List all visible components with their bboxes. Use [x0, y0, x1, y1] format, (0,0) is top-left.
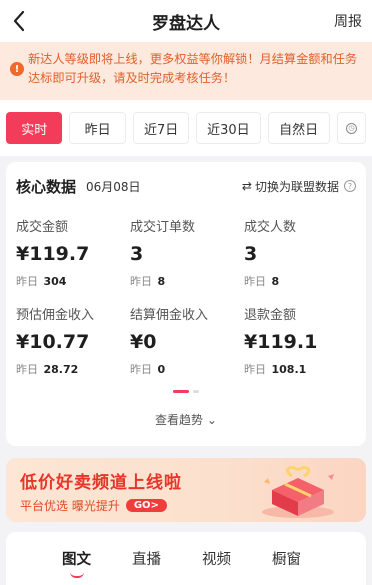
swap-icon: ⇄: [241, 179, 252, 193]
page-dot-active: [173, 390, 189, 393]
metric-settled-commission[interactable]: 结算佣金收入 ¥0 昨日 0: [130, 298, 244, 386]
tab-showcase[interactable]: 橱窗: [272, 548, 301, 569]
tab-image-text[interactable]: 图文: [62, 548, 91, 578]
tab-last-30-days[interactable]: 近30日: [196, 112, 261, 144]
core-data-card: 核心数据 06月08日 ⇄ 切换为联盟数据 ? 成交金额 ¥119.7 昨日 3…: [6, 162, 366, 446]
switch-label: 切换为联盟数据: [254, 179, 339, 194]
tab-last-7-days[interactable]: 近7日: [132, 112, 190, 144]
tab-live[interactable]: 直播: [132, 548, 161, 569]
metric-orders[interactable]: 成交订单数 3 昨日 8: [130, 210, 244, 298]
metric-value: 3: [244, 243, 258, 265]
clock-icon: ◷: [345, 122, 357, 134]
go-button[interactable]: GO>: [125, 499, 167, 512]
metric-value: ¥10.77: [16, 331, 90, 353]
core-data-header: 核心数据 06月08日 ⇄ 切换为联盟数据 ?: [16, 162, 356, 210]
metric-estimated-commission[interactable]: 预估佣金收入 ¥10.77 昨日 28.72: [16, 298, 130, 386]
top-bar: 罗盘达人 周报: [0, 0, 372, 42]
metric-value: ¥119.7: [16, 243, 90, 265]
metric-value: ¥119.1: [244, 331, 318, 353]
tab-yesterday[interactable]: 昨日: [69, 112, 126, 144]
metric-label: 预估佣金收入: [16, 308, 95, 323]
date-range-tabs: 实时 昨日 近7日 近30日 自然日 ◷: [0, 100, 372, 156]
custom-date-button[interactable]: ◷: [336, 112, 367, 144]
metric-value: ¥0: [130, 331, 157, 353]
page-title: 罗盘达人: [152, 13, 220, 34]
tab-natural-day[interactable]: 自然日: [267, 112, 330, 144]
metric-buyers[interactable]: 成交人数 3 昨日 8: [244, 210, 354, 298]
metric-label: 退款金额: [244, 308, 297, 323]
weekly-report-link[interactable]: 周报: [334, 11, 362, 31]
metric-gmv[interactable]: 成交金额 ¥119.7 昨日 304: [16, 210, 130, 298]
metric-yesterday: 昨日 8: [130, 275, 166, 288]
trend-label: 查看趋势: [155, 413, 204, 427]
chevron-left-icon: [13, 10, 25, 32]
metric-refund-amount[interactable]: 退款金额 ¥119.1 昨日 108.1: [244, 298, 354, 386]
banner-subtitle: 平台优选 曝光提升: [20, 499, 120, 513]
switch-alliance-data-button[interactable]: ⇄ 切换为联盟数据 ?: [242, 178, 356, 195]
metric-yesterday: 昨日 28.72: [16, 363, 79, 376]
notice-text: 新达人等级即将上线，更多权益等你解锁！月结算金额和任务达标即可升级，请及时完成考…: [28, 52, 358, 85]
help-icon[interactable]: ?: [344, 180, 356, 192]
tab-video[interactable]: 视频: [202, 548, 231, 569]
metric-label: 成交订单数: [130, 220, 196, 235]
card-title: 核心数据: [16, 177, 77, 196]
metric-label: 结算佣金收入: [130, 308, 209, 323]
back-button[interactable]: [12, 9, 32, 33]
notice-banner[interactable]: ! 新达人等级即将上线，更多权益等你解锁！月结算金额和任务达标即可升级，请及时完…: [0, 42, 372, 100]
promo-banner[interactable]: 低价好卖频道上线啦 平台优选 曝光提升 GO>: [6, 458, 366, 522]
page-dot: [193, 390, 199, 393]
tab-realtime[interactable]: 实时: [6, 112, 63, 144]
gift-box-icon: [262, 466, 334, 518]
metric-label: 成交人数: [244, 220, 297, 235]
metric-yesterday: 昨日 0: [130, 363, 166, 376]
content-tabs: 图文 直播 视频 橱窗: [6, 532, 366, 585]
metric-label: 成交金额: [16, 220, 69, 235]
metrics-grid: 成交金额 ¥119.7 昨日 304 成交订单数 3 昨日 8 成交人数 3 昨…: [16, 210, 356, 386]
metric-yesterday: 昨日 8: [244, 275, 280, 288]
page-indicator: [16, 390, 356, 393]
card-date: 06月08日: [86, 179, 141, 194]
metric-yesterday: 昨日 304: [16, 275, 67, 288]
metric-yesterday: 昨日 108.1: [244, 363, 307, 376]
metric-value: 3: [130, 243, 144, 265]
warning-icon: !: [10, 62, 24, 76]
view-trend-link[interactable]: 查看趋势 ⌄: [16, 411, 356, 428]
active-tab-indicator: [70, 572, 84, 578]
chevron-down-icon: ⌄: [206, 413, 217, 427]
